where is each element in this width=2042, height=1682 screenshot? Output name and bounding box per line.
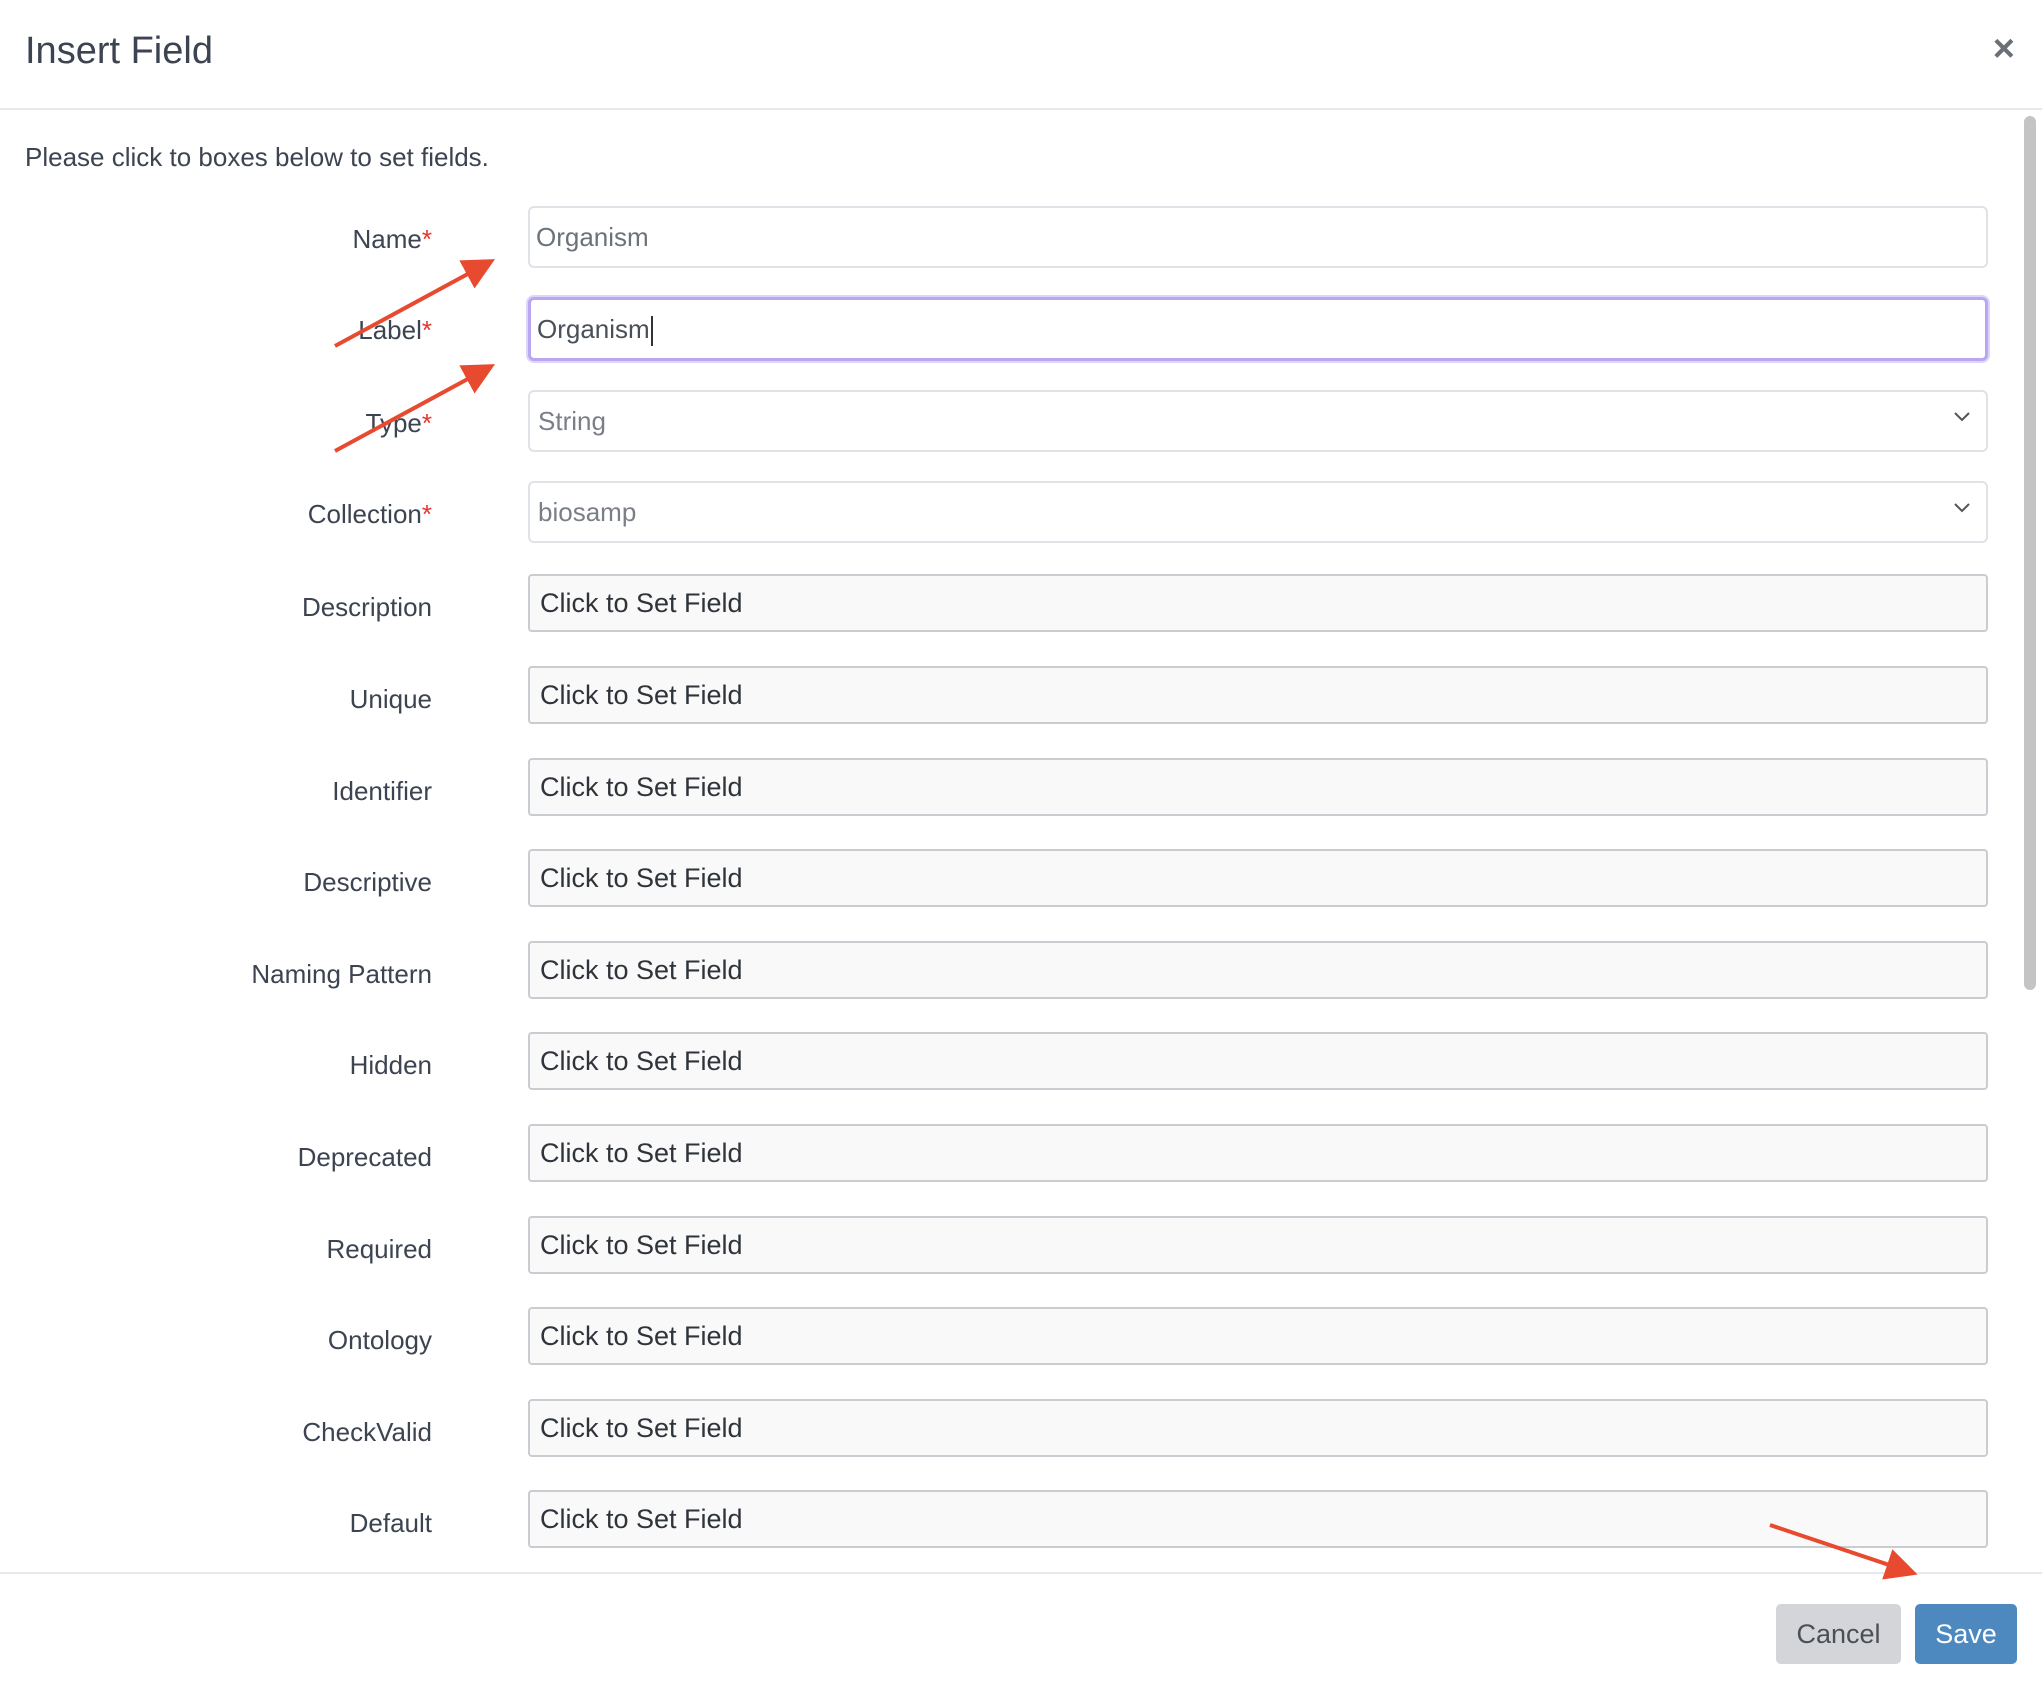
row-naming-pattern: Naming Pattern Click to Set Field: [0, 941, 2000, 1005]
naming-pattern-set-field[interactable]: Click to Set Field: [528, 941, 1988, 999]
row-name: Name* Organism: [0, 206, 2000, 270]
chevron-down-icon: [1954, 412, 1970, 422]
identifier-set-field[interactable]: Click to Set Field: [528, 758, 1988, 816]
required-label: Required: [326, 1234, 432, 1264]
name-input[interactable]: Organism: [528, 206, 1988, 268]
description-set-field[interactable]: Click to Set Field: [528, 574, 1988, 632]
row-required: Required Click to Set Field: [0, 1216, 2000, 1280]
close-icon[interactable]: ×: [1993, 28, 2015, 71]
row-descriptive: Descriptive Click to Set Field: [0, 849, 2000, 913]
deprecated-set-field[interactable]: Click to Set Field: [528, 1124, 1988, 1182]
row-collection: Collection* biosamp: [0, 481, 2000, 545]
row-unique: Unique Click to Set Field: [0, 666, 2000, 730]
label-input[interactable]: Organism: [528, 297, 1988, 361]
checkvalid-label: CheckValid: [302, 1417, 432, 1447]
dialog-title: Insert Field: [25, 30, 213, 72]
row-ontology: Ontology Click to Set Field: [0, 1307, 2000, 1371]
row-identifier: Identifier Click to Set Field: [0, 758, 2000, 822]
required-mark: *: [421, 499, 432, 529]
text-caret: [650, 316, 653, 347]
ontology-set-field[interactable]: Click to Set Field: [528, 1307, 1988, 1365]
type-label: Type*: [365, 408, 433, 438]
intro-text: Please click to boxes below to set field…: [25, 142, 489, 172]
descriptive-label: Descriptive: [303, 867, 432, 897]
row-hidden: Hidden Click to Set Field: [0, 1032, 2000, 1096]
identifier-label: Identifier: [332, 776, 432, 806]
hidden-set-field[interactable]: Click to Set Field: [528, 1032, 1988, 1090]
row-deprecated: Deprecated Click to Set Field: [0, 1124, 2000, 1188]
insert-field-dialog: Insert Field × Please click to boxes bel…: [0, 0, 2042, 1682]
scrollbar-thumb[interactable]: [2024, 116, 2036, 990]
row-default: Default Click to Set Field: [0, 1490, 2000, 1554]
default-label: Default: [349, 1508, 432, 1538]
name-label: Name*: [352, 224, 432, 254]
required-mark: *: [421, 408, 432, 438]
collection-label: Collection*: [307, 499, 432, 529]
cancel-button[interactable]: Cancel: [1776, 1604, 1901, 1664]
row-label: Label* Organism: [0, 297, 2000, 361]
deprecated-label: Deprecated: [297, 1142, 432, 1172]
dialog-footer: Cancel Save: [0, 1572, 2042, 1682]
ontology-label: Ontology: [327, 1325, 432, 1355]
unique-label: Unique: [349, 684, 432, 714]
chevron-down-icon: [1954, 503, 1970, 513]
scrollbar[interactable]: [2022, 112, 2038, 1572]
required-mark: *: [421, 224, 432, 254]
collection-select[interactable]: biosamp: [528, 481, 1988, 543]
naming-pattern-label: Naming Pattern: [251, 959, 432, 989]
dialog-body: Please click to boxes below to set field…: [0, 112, 2042, 1572]
required-set-field[interactable]: Click to Set Field: [528, 1216, 1988, 1274]
unique-set-field[interactable]: Click to Set Field: [528, 666, 1988, 724]
description-label: Description: [301, 592, 432, 622]
save-button[interactable]: Save: [1915, 1604, 2017, 1664]
default-set-field[interactable]: Click to Set Field: [528, 1490, 1988, 1548]
descriptive-set-field[interactable]: Click to Set Field: [528, 849, 1988, 907]
row-description: Description Click to Set Field: [0, 574, 2000, 638]
dialog-header: Insert Field ×: [0, 0, 2042, 110]
required-mark: *: [421, 315, 432, 345]
checkvalid-set-field[interactable]: Click to Set Field: [528, 1399, 1988, 1457]
type-select[interactable]: String: [528, 390, 1988, 452]
row-type: Type* String: [0, 390, 2000, 454]
hidden-label: Hidden: [349, 1050, 432, 1080]
row-checkvalid: CheckValid Click to Set Field: [0, 1399, 2000, 1463]
label-label: Label*: [358, 315, 432, 345]
